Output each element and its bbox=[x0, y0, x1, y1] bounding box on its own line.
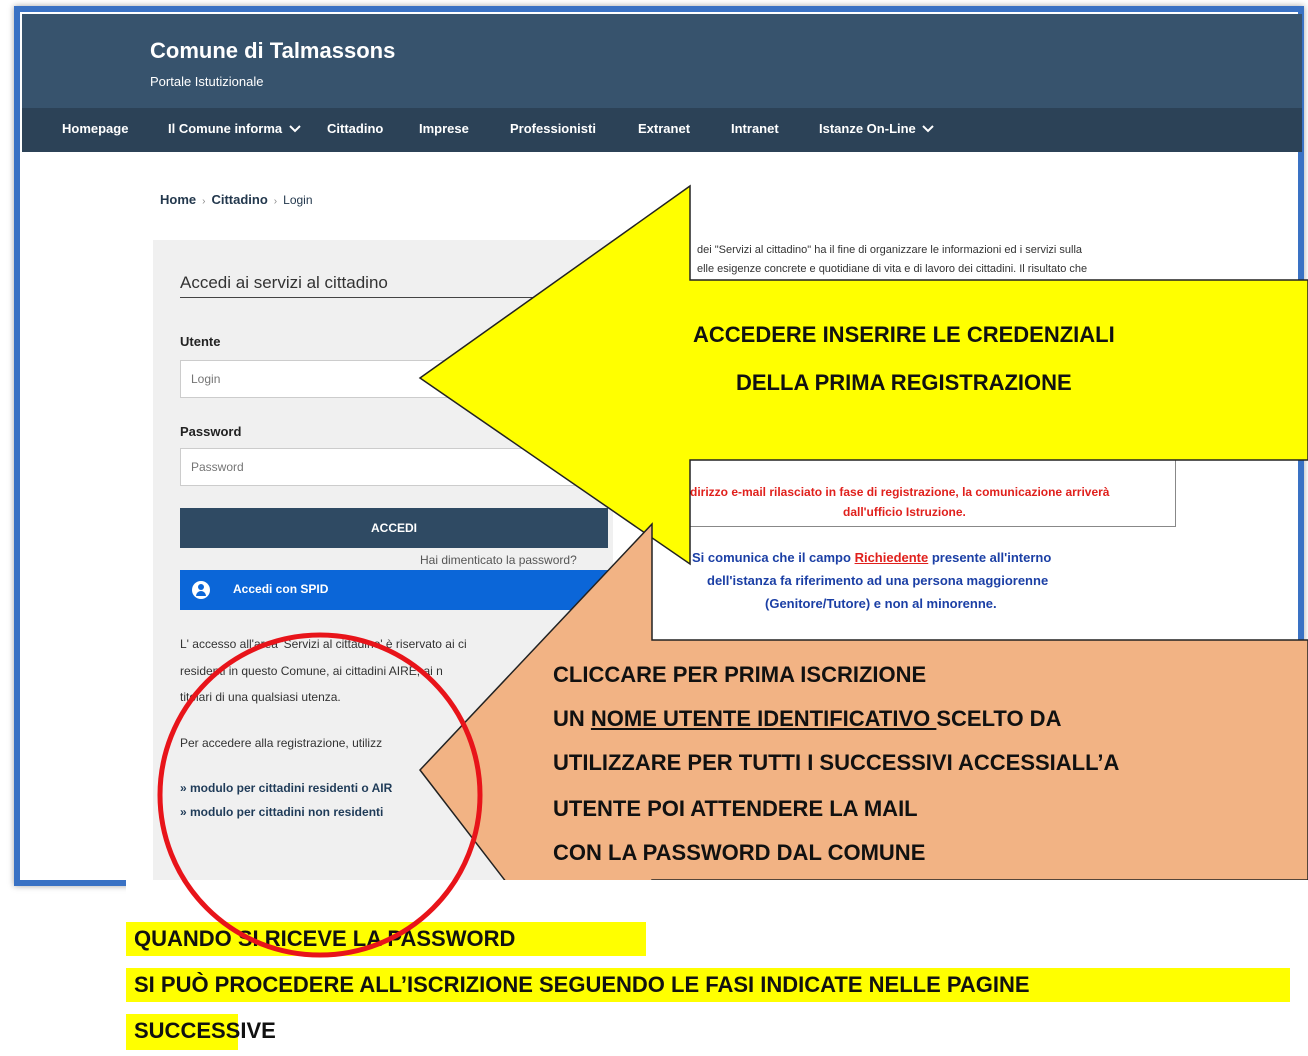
highlight-circle-layer bbox=[157, 632, 483, 958]
red-highlight-circle bbox=[157, 632, 483, 958]
